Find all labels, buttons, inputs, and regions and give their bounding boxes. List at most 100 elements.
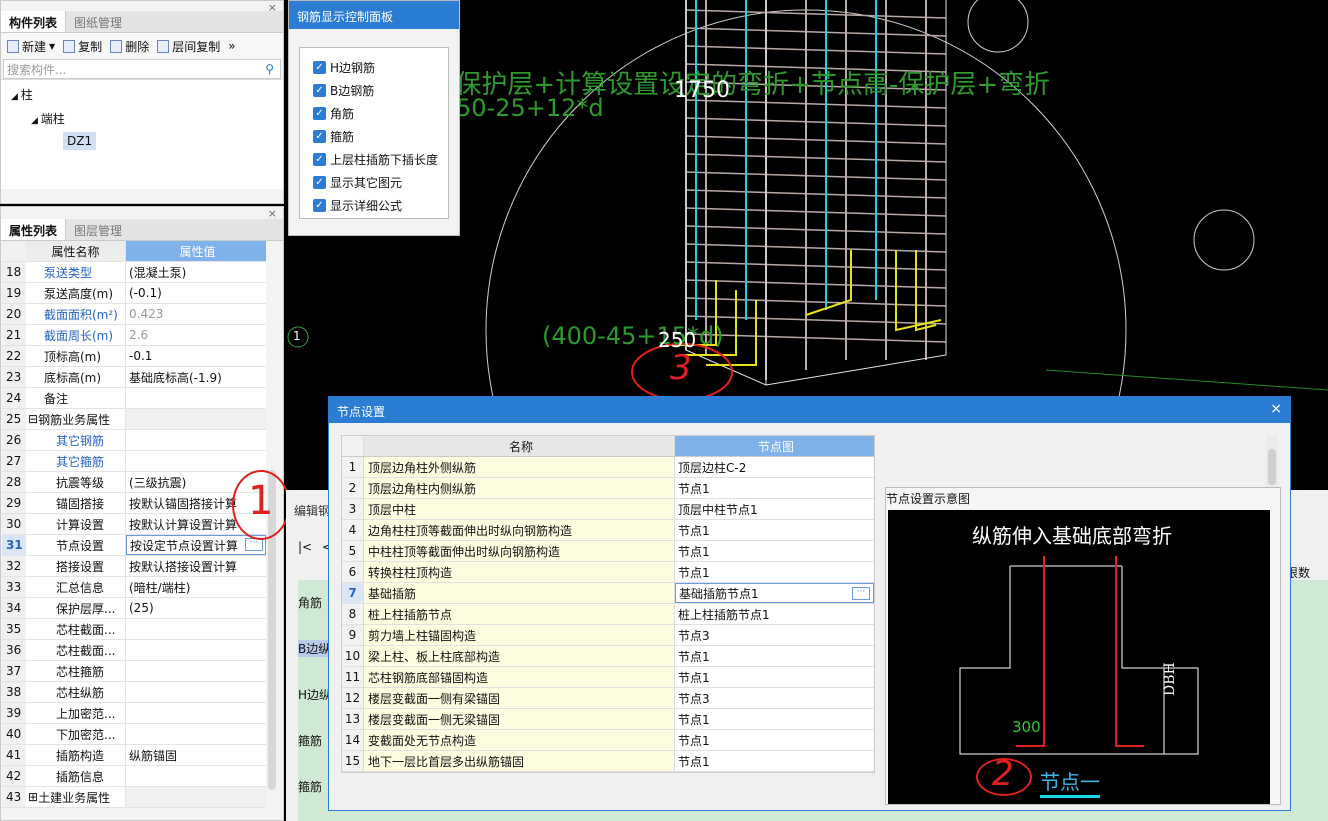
property-row[interactable]: 41 插筋构造 纵筋锚固 [2, 745, 266, 766]
ellipsis-button[interactable]: ··· [852, 587, 870, 600]
checkbox-checked-icon[interactable]: ✓ [313, 61, 326, 74]
property-row[interactable]: 32 搭接设置 按默认搭接设置计算 [2, 556, 266, 577]
node-row[interactable]: 15 地下一层比首层多出纵筋锚固 节点1 [342, 751, 874, 772]
node-row[interactable]: 3 顶层中柱 顶层中柱节点1 [342, 499, 874, 520]
node-value[interactable]: 节点1 [675, 562, 874, 582]
checkbox-checked-icon[interactable]: ✓ [313, 84, 326, 97]
node-row[interactable]: 8 桩上柱插筋节点 桩上柱插筋节点1 [342, 604, 874, 625]
node-value[interactable]: 节点1 [675, 751, 874, 771]
copy-button[interactable]: 复制 [63, 38, 102, 55]
node-row[interactable]: 11 芯柱钢筋底部锚固构造 节点1 [342, 667, 874, 688]
editor-row-label[interactable]: 箍筋 [298, 778, 328, 795]
property-value[interactable]: 纵筋锚固 [126, 745, 266, 765]
rebar-option-checkbox[interactable]: ✓ H边钢筋 [313, 59, 375, 76]
property-value[interactable] [126, 388, 266, 408]
property-value[interactable] [126, 661, 266, 681]
property-value[interactable] [126, 619, 266, 639]
node-value[interactable]: 节点3 [675, 625, 874, 645]
tab-component-list[interactable]: 构件列表 [1, 11, 67, 32]
node-value[interactable]: 节点1 [675, 730, 874, 750]
rebar-option-checkbox[interactable]: ✓ 角筋 [313, 105, 354, 122]
node-row[interactable]: 2 顶层边角柱内侧纵筋 节点1 [342, 478, 874, 499]
editor-row-label[interactable]: 箍筋 [298, 732, 328, 749]
property-value[interactable] [126, 409, 266, 429]
property-row[interactable]: 39 上加密范... [2, 703, 266, 724]
property-row[interactable]: 36 芯柱截面... [2, 640, 266, 661]
node-value[interactable]: 节点1 [675, 541, 874, 561]
tree-node-dz1[interactable]: DZ1 [63, 132, 97, 150]
rebar-option-checkbox[interactable]: ✓ 显示其它图元 [313, 174, 402, 191]
property-row[interactable]: 27 其它箍筋 [2, 451, 266, 472]
node-row[interactable]: 6 转换柱柱顶构造 节点1 [342, 562, 874, 583]
collapse-icon[interactable]: ⊟ [28, 412, 38, 426]
property-row[interactable]: 20 截面面积(m²) 0.423 [2, 304, 266, 325]
property-row[interactable]: 25 ⊟ 钢筋业务属性 [2, 409, 266, 430]
property-value[interactable] [126, 787, 266, 807]
property-value[interactable] [126, 640, 266, 660]
node-row[interactable]: 14 变截面处无节点构造 节点1 [342, 730, 874, 751]
property-row[interactable]: 29 锚固搭接 按默认锚固搭接计算 [2, 493, 266, 514]
floor-copy-button[interactable]: 层间复制 [157, 38, 220, 55]
property-row[interactable]: 37 芯柱箍筋 [2, 661, 266, 682]
node-row[interactable]: 9 剪力墙上柱锚固构造 节点3 [342, 625, 874, 646]
tab-layer-management[interactable]: 图层管理 [66, 219, 130, 240]
delete-button[interactable]: 删除 [110, 38, 149, 55]
property-value[interactable]: (暗柱/端柱) [126, 577, 266, 597]
node-value[interactable]: 基础插筋节点1 ··· [675, 583, 874, 603]
property-row[interactable]: 26 其它钢筋 [2, 430, 266, 451]
property-value[interactable]: -0.1 [126, 346, 266, 366]
node-row[interactable]: 5 中柱柱顶等截面伸出时纵向钢筋构造 节点1 [342, 541, 874, 562]
property-value[interactable] [126, 430, 266, 450]
property-row[interactable]: 18 泵送类型 (混凝土泵) [2, 262, 266, 283]
search-input[interactable]: 搜索构件... ⚲ [3, 59, 281, 79]
property-value[interactable] [126, 451, 266, 471]
property-row[interactable]: 21 截面周长(m) 2.6 [2, 325, 266, 346]
property-value[interactable]: 2.6 [126, 325, 266, 345]
tree-node-end-column[interactable]: ◢ 端柱 [31, 110, 65, 127]
property-row[interactable]: 30 计算设置 按默认计算设置计算 [2, 514, 266, 535]
property-row[interactable]: 23 底标高(m) 基础底标高(-1.9) [2, 367, 266, 388]
property-row[interactable]: 31 节点设置 按设定节点设置计算 ··· [2, 535, 266, 556]
more-button[interactable]: » [228, 39, 235, 53]
rebar-option-checkbox[interactable]: ✓ 箍筋 [313, 128, 354, 145]
node-row[interactable]: 13 楼层变截面一侧无梁锚固 节点1 [342, 709, 874, 730]
close-icon[interactable]: × [268, 1, 277, 14]
property-row[interactable]: 35 芯柱截面... [2, 619, 266, 640]
editor-row-label[interactable]: 角筋 [298, 594, 328, 611]
property-value[interactable] [126, 682, 266, 702]
property-value[interactable]: 0.423 [126, 304, 266, 324]
tree-node-column[interactable]: ◢ 柱 [11, 86, 33, 103]
property-row[interactable]: 24 备注 [2, 388, 266, 409]
search-icon[interactable]: ⚲ [265, 62, 274, 76]
rebar-option-checkbox[interactable]: ✓ B边钢筋 [313, 82, 374, 99]
close-icon[interactable]: × [268, 207, 277, 220]
node-value[interactable]: 节点3 [675, 688, 874, 708]
property-value[interactable]: (-0.1) [126, 283, 266, 303]
checkbox-checked-icon[interactable]: ✓ [313, 176, 326, 189]
node-row[interactable]: 7 基础插筋 基础插筋节点1 ··· [342, 583, 874, 604]
node-value[interactable]: 节点1 [675, 667, 874, 687]
checkbox-checked-icon[interactable]: ✓ [313, 153, 326, 166]
checkbox-checked-icon[interactable]: ✓ [313, 199, 326, 212]
node-row[interactable]: 1 顶层边角柱外侧纵筋 顶层边柱C-2 [342, 457, 874, 478]
editor-row-label[interactable]: H边纵 [298, 686, 328, 703]
editor-tab-label[interactable]: 编辑钢 [294, 502, 330, 519]
property-value[interactable] [126, 766, 266, 786]
node-value[interactable]: 节点1 [675, 478, 874, 498]
node-row[interactable]: 4 边角柱柱顶等截面伸出时纵向钢筋构造 节点1 [342, 520, 874, 541]
checkbox-checked-icon[interactable]: ✓ [313, 107, 326, 120]
rebar-option-checkbox[interactable]: ✓ 上层柱插筋下插长度 [313, 151, 438, 168]
tab-drawing-management[interactable]: 图纸管理 [66, 11, 130, 32]
property-value[interactable] [126, 724, 266, 744]
node-value[interactable]: 节点1 [675, 520, 874, 540]
property-row[interactable]: 34 保护层厚... (25) [2, 598, 266, 619]
property-value[interactable]: (25) [126, 598, 266, 618]
property-value[interactable]: (混凝土泵) [126, 262, 266, 282]
node-value[interactable]: 桩上柱插筋节点1 [675, 604, 874, 624]
property-row[interactable]: 40 下加密范... [2, 724, 266, 745]
property-row[interactable]: 19 泵送高度(m) (-0.1) [2, 283, 266, 304]
expand-icon[interactable]: ⊞ [28, 790, 38, 804]
property-row[interactable]: 33 汇总信息 (暗柱/端柱) [2, 577, 266, 598]
close-icon[interactable]: × [1270, 401, 1282, 417]
tab-property-list[interactable]: 属性列表 [1, 219, 67, 240]
